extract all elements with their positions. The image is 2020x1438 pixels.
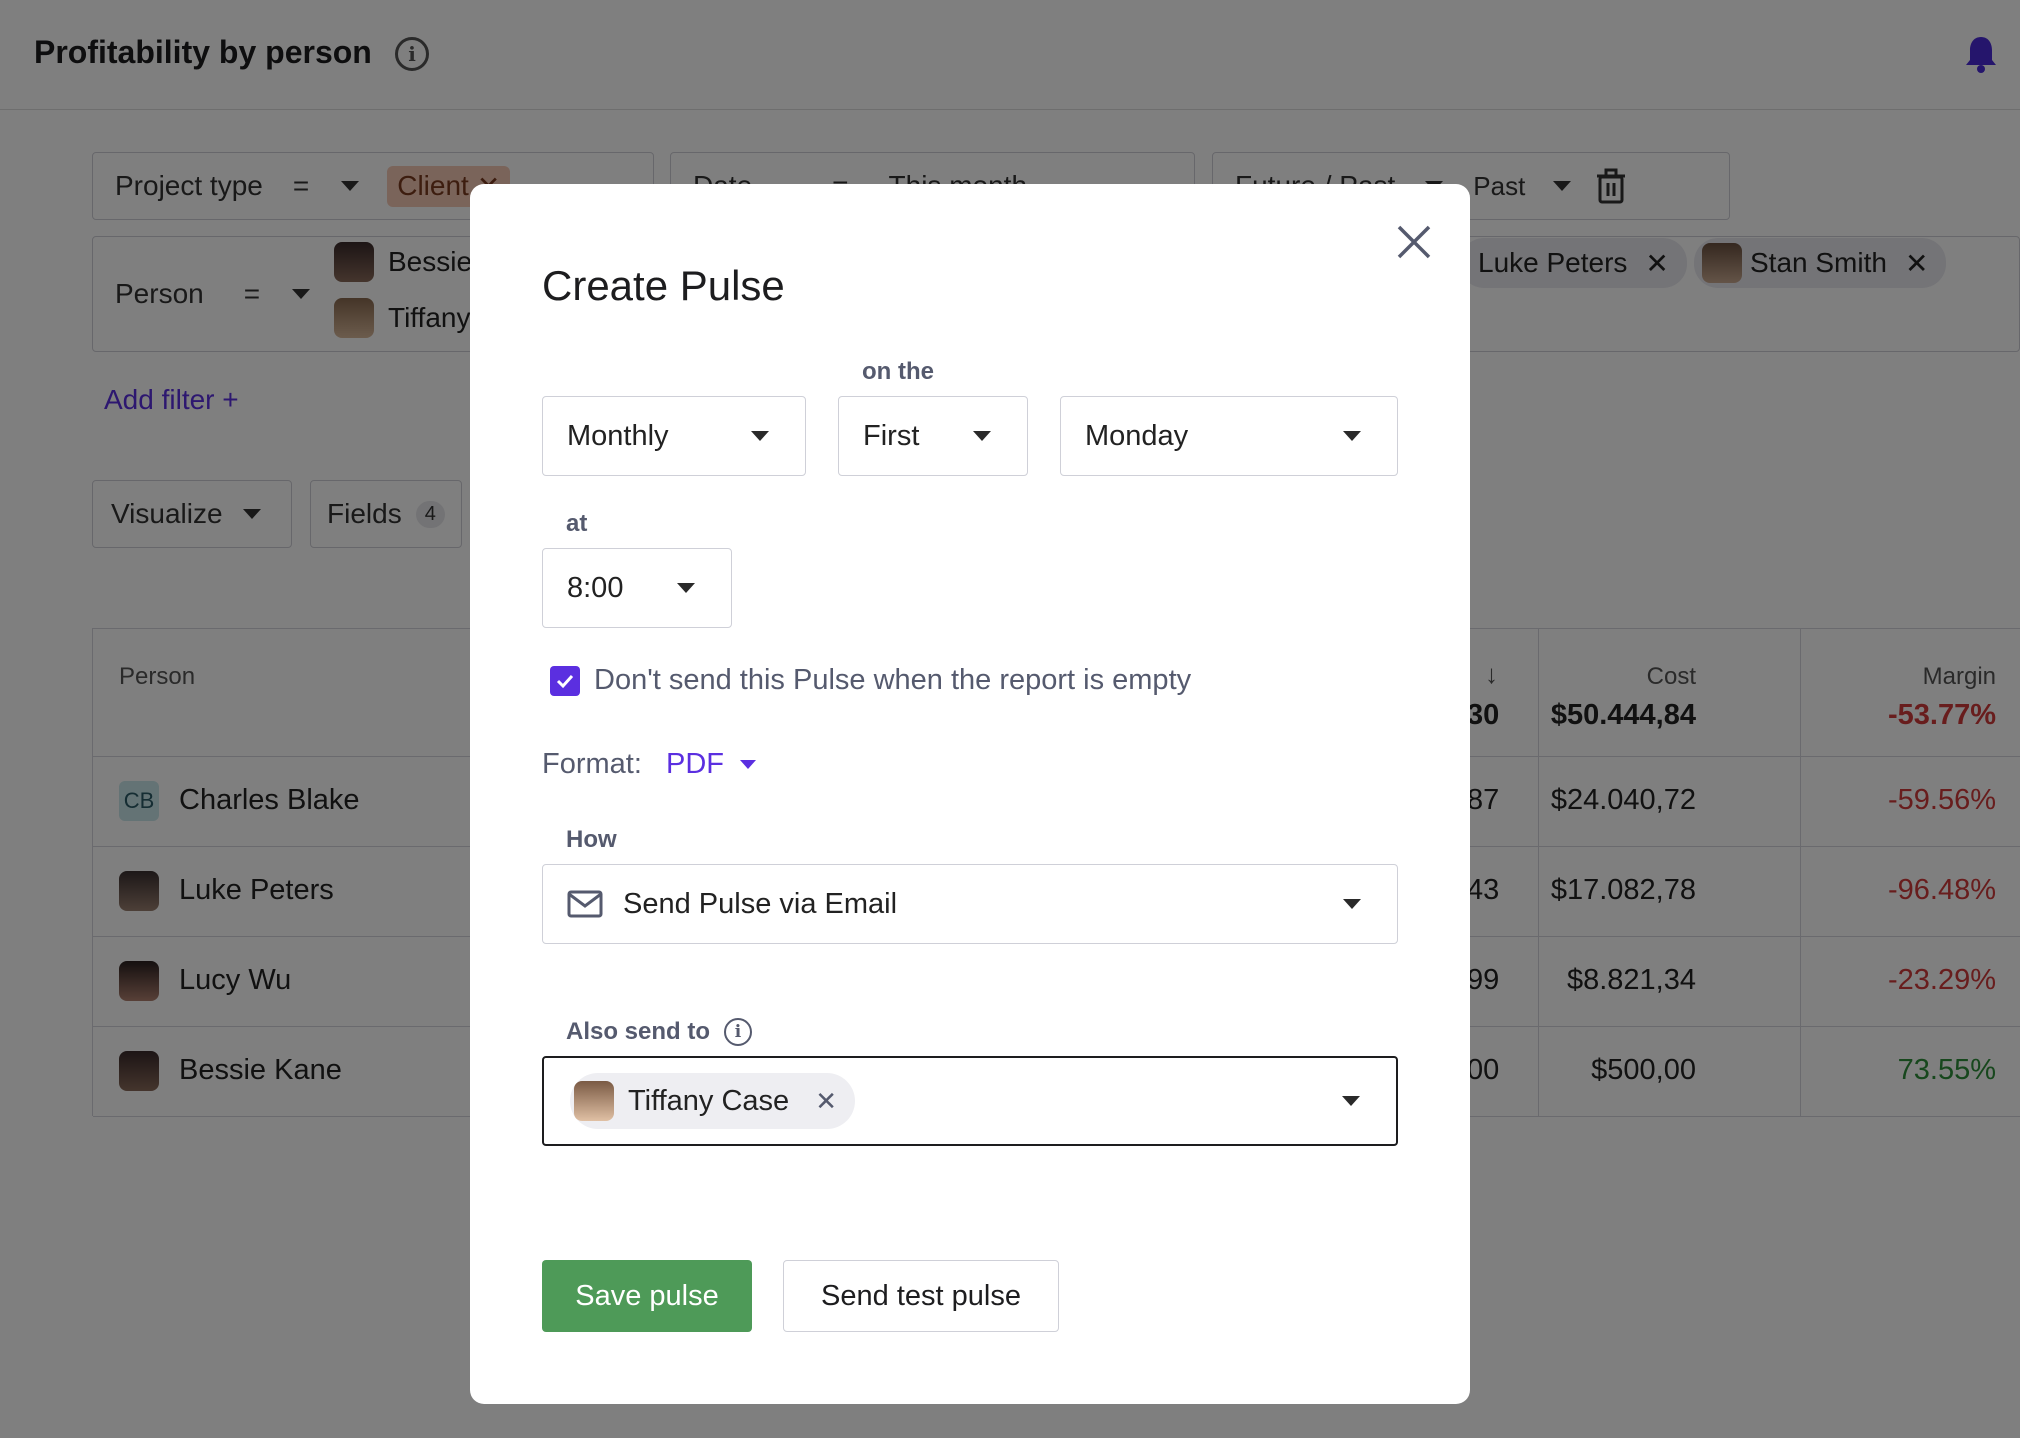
time-select[interactable]: 8:00 [542,548,732,628]
recipients-select[interactable]: Tiffany Case ✕ [542,1056,1398,1146]
info-icon[interactable]: i [724,1018,753,1046]
close-icon[interactable] [1394,222,1434,262]
chevron-down-icon [677,583,695,593]
modal-title: Create Pulse [542,262,785,309]
chevron-down-icon [973,431,991,441]
chevron-down-icon [751,431,769,441]
skip-empty-checkbox[interactable] [550,666,580,696]
how-label: How [566,826,617,853]
skip-empty-label[interactable]: Don't send this Pulse when the report is… [594,664,1191,697]
delivery-method-value: Send Pulse via Email [623,887,898,920]
time-value: 8:00 [567,571,624,604]
send-test-pulse-button[interactable]: Send test pulse [783,1260,1059,1332]
chevron-down-icon [1342,1096,1360,1106]
create-pulse-modal: Create Pulse on the Monthly First Monday… [470,184,1470,1404]
save-pulse-button[interactable]: Save pulse [542,1260,752,1332]
chevron-down-icon [740,760,756,769]
frequency-select[interactable]: Monthly [542,396,806,476]
envelope-icon [567,890,603,918]
chevron-down-icon [1343,899,1361,909]
chevron-down-icon [1343,431,1361,441]
recipient-name: Tiffany Case [628,1084,790,1117]
ordinal-select[interactable]: First [838,396,1028,476]
checkmark-icon [556,674,574,689]
format-value: PDF [666,748,724,780]
format-select[interactable]: PDF [666,748,756,781]
on-the-label: on the [862,358,934,385]
also-send-text: Also send to [566,1018,711,1045]
frequency-value: Monthly [567,419,669,452]
delivery-method-select[interactable]: Send Pulse via Email [542,864,1398,944]
at-label: at [566,510,588,537]
weekday-select[interactable]: Monday [1060,396,1398,476]
avatar [574,1081,614,1121]
also-send-label: Also send to i [566,1018,753,1046]
format-label: Format: [542,748,642,780]
ordinal-value: First [863,419,920,452]
close-icon[interactable]: ✕ [815,1086,837,1117]
recipient-chip[interactable]: Tiffany Case ✕ [570,1073,855,1129]
weekday-value: Monday [1085,419,1189,452]
